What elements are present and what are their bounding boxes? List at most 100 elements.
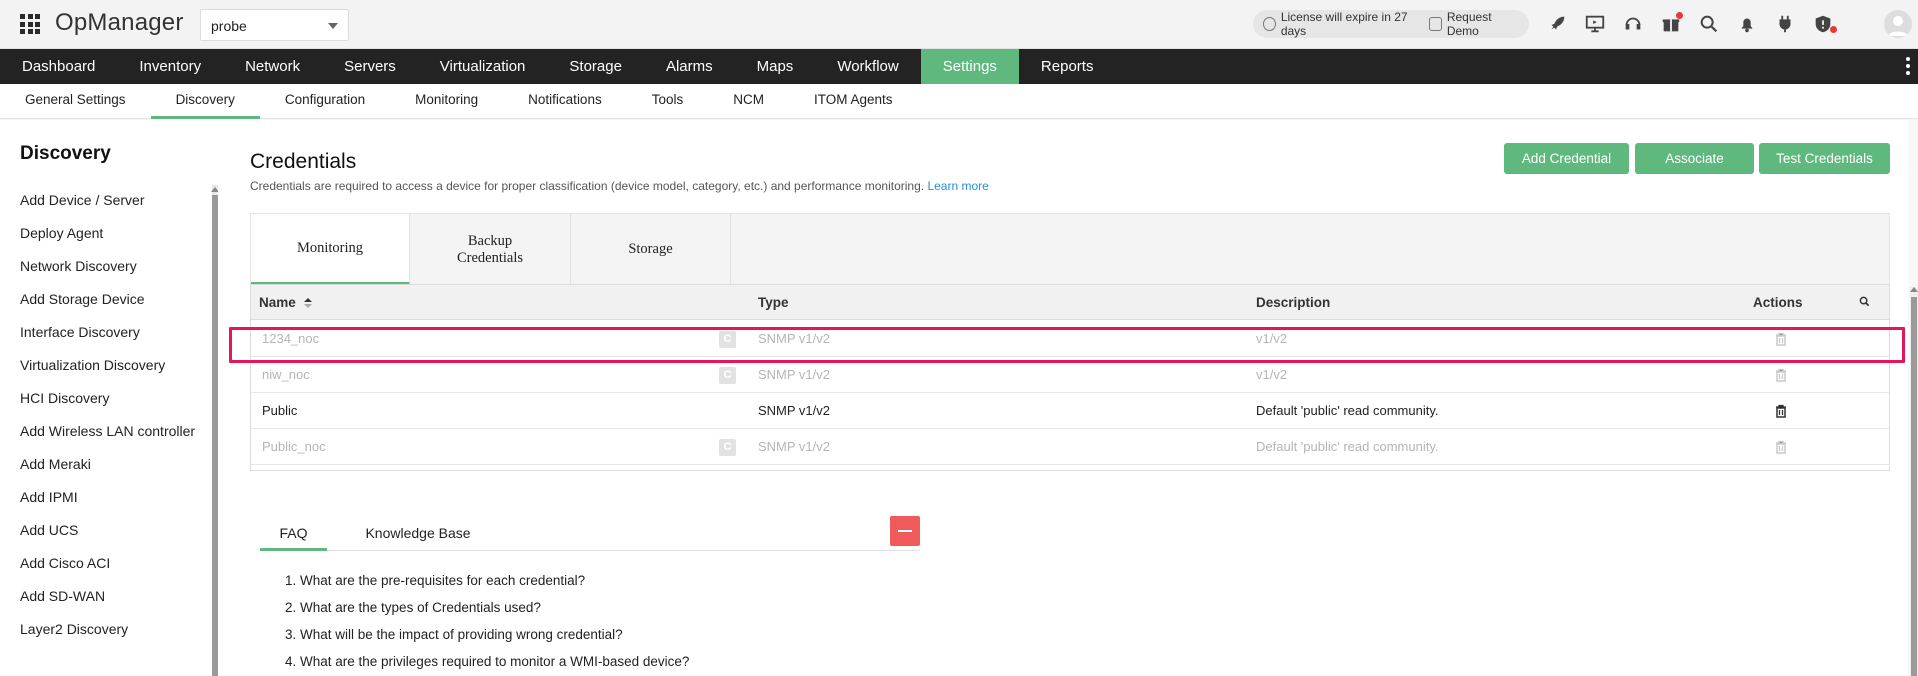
shield-alert-icon[interactable]: [1811, 12, 1837, 36]
subnav-monitoring[interactable]: Monitoring: [390, 84, 503, 119]
trash-icon[interactable]: [1774, 440, 1788, 454]
support-headset-icon[interactable]: [1621, 12, 1645, 36]
sub-nav: General Settings Discovery Configuration Mo…: [0, 84, 1918, 119]
sidebar-item-virtualization-discovery[interactable]: Virtualization Discovery: [20, 357, 200, 374]
table-header: Name Type Description Actions: [251, 285, 1889, 320]
sidebar-item-deploy-agent[interactable]: Deploy Agent: [20, 225, 200, 242]
sidebar-item-add-wireless-lan-controller[interactable]: Add Wireless LAN controller: [20, 423, 200, 440]
nav-virtualization[interactable]: Virtualization: [418, 49, 548, 84]
nav-alarms[interactable]: Alarms: [644, 49, 735, 84]
credential-tabs: Monitoring Backup Credentials Storage: [250, 213, 1890, 285]
test-credentials-button[interactable]: Test Credentials: [1759, 143, 1890, 174]
table-search-icon[interactable]: [1859, 296, 1870, 309]
search-icon[interactable]: [1697, 12, 1721, 36]
page-description: Credentials are required to access a dev…: [250, 179, 989, 193]
sort-icon[interactable]: [303, 298, 312, 308]
faq-question[interactable]: 4. What are the privileges required to m…: [285, 653, 689, 670]
nav-reports[interactable]: Reports: [1019, 49, 1116, 84]
nav-dashboard[interactable]: Dashboard: [0, 49, 117, 84]
sidebar-item-network-discovery[interactable]: Network Discovery: [20, 258, 200, 275]
tab-monitoring[interactable]: Monitoring: [251, 214, 410, 285]
row-type: SNMP v1/v2: [758, 403, 831, 418]
table-row[interactable]: Public_noc C SNMP v1/v2 Default 'public' re…: [251, 429, 1889, 465]
license-text: License will expire in 27 days: [1280, 10, 1408, 38]
sidebar-item-hci-discovery[interactable]: HCI Discovery: [20, 390, 200, 407]
sidebar-item-add-storage-device[interactable]: Add Storage Device: [20, 291, 200, 308]
main-nav: Dashboard Inventory Network Servers Virtuali…: [0, 49, 1918, 84]
more-options-icon[interactable]: [1906, 57, 1910, 75]
probe-select-value: probe: [211, 18, 247, 34]
row-name[interactable]: Public_noc: [262, 429, 326, 465]
tab-knowledge-base[interactable]: Knowledge Base: [363, 515, 473, 551]
table-row[interactable]: Public SNMP v1/v2 Default 'public' read co…: [251, 393, 1889, 429]
trash-icon[interactable]: [1774, 368, 1788, 382]
faq-question[interactable]: 3. What will be the impact of providing …: [285, 626, 689, 643]
faq-tabs: FAQ Knowledge Base: [260, 515, 920, 551]
tab-backup-credentials-label: Backup Credentials: [456, 232, 524, 266]
apps-grid-icon[interactable]: [20, 14, 40, 34]
subnav-tools[interactable]: Tools: [627, 84, 709, 119]
copy-badge-icon[interactable]: C: [719, 367, 736, 384]
content-scrollbar[interactable]: [1910, 287, 1918, 676]
sidebar-item-add-device-server[interactable]: Add Device / Server: [20, 192, 200, 209]
nav-servers[interactable]: Servers: [322, 49, 418, 84]
sidebar-title: Discovery: [20, 143, 111, 164]
plug-icon[interactable]: [1773, 12, 1797, 36]
sidebar-item-interface-discovery[interactable]: Interface Discovery: [20, 324, 200, 341]
faq-question[interactable]: 1. What are the pre-requisites for each …: [285, 572, 689, 589]
page-title: Credentials: [250, 150, 357, 173]
faq-question[interactable]: 2. What are the types of Credentials use…: [285, 599, 689, 616]
faq-list: 1. What are the pre-requisites for each …: [285, 572, 689, 676]
associate-button[interactable]: Associate: [1635, 143, 1754, 174]
header-type[interactable]: Type: [758, 285, 789, 320]
row-highlight-box: [229, 327, 1905, 363]
rocket-icon[interactable]: [1545, 12, 1569, 36]
top-bar: OpManager probe License will expire in 2…: [0, 0, 1918, 49]
brand-logo[interactable]: OpManager: [55, 9, 184, 37]
sidebar-item-add-cisco-aci[interactable]: Add Cisco ACI: [20, 555, 200, 572]
header-description[interactable]: Description: [1256, 285, 1330, 320]
avatar[interactable]: [1884, 10, 1912, 38]
nav-maps[interactable]: Maps: [735, 49, 816, 84]
subnav-discovery[interactable]: Discovery: [150, 84, 260, 119]
credentials-table: Name Type Description Actions 1234_noc C S…: [250, 284, 1890, 471]
sidebar-item-add-meraki[interactable]: Add Meraki: [20, 456, 200, 473]
learn-more-link[interactable]: Learn more: [927, 179, 988, 193]
gift-icon[interactable]: [1659, 12, 1683, 36]
sidebar-items: Add Device / Server Deploy Agent Network D…: [20, 192, 200, 654]
nav-settings[interactable]: Settings: [920, 49, 1019, 84]
collapse-button[interactable]: [890, 516, 920, 546]
nav-workflow[interactable]: Workflow: [815, 49, 920, 84]
presentation-icon[interactable]: [1583, 12, 1607, 36]
tab-storage[interactable]: Storage: [571, 214, 731, 285]
header-name[interactable]: Name: [259, 285, 312, 320]
add-credential-button[interactable]: Add Credential: [1504, 143, 1629, 174]
tab-backup-credentials[interactable]: Backup Credentials: [410, 214, 571, 285]
nav-inventory[interactable]: Inventory: [117, 49, 223, 84]
top-icons: [1545, 10, 1849, 38]
tab-faq[interactable]: FAQ: [260, 515, 327, 551]
demo-icon: [1429, 17, 1442, 31]
subnav-itom-agents[interactable]: ITOM Agents: [789, 84, 918, 119]
bell-icon[interactable]: [1735, 12, 1759, 36]
nav-network[interactable]: Network: [223, 49, 322, 84]
subnav-notifications[interactable]: Notifications: [503, 84, 627, 119]
sidebar-item-add-sd-wan[interactable]: Add SD-WAN: [20, 588, 200, 605]
gift-notification-dot: [1676, 12, 1683, 19]
chevron-down-icon: [328, 23, 338, 29]
probe-select[interactable]: probe: [200, 9, 349, 41]
subnav-configuration[interactable]: Configuration: [260, 84, 390, 119]
row-name[interactable]: Public: [262, 393, 297, 429]
nav-storage[interactable]: Storage: [547, 49, 644, 84]
trash-icon[interactable]: [1774, 404, 1788, 418]
row-type: SNMP v1/v2: [758, 439, 831, 454]
copy-badge-icon[interactable]: C: [719, 439, 736, 456]
request-demo-link[interactable]: Request Demo: [1447, 10, 1519, 38]
sidebar-item-add-ucs[interactable]: Add UCS: [20, 522, 200, 539]
row-description: Default 'public' read community.: [1256, 403, 1439, 418]
subnav-general-settings[interactable]: General Settings: [0, 84, 151, 119]
sidebar-item-layer2-discovery[interactable]: Layer2 Discovery: [20, 621, 200, 638]
subnav-ncm[interactable]: NCM: [708, 84, 789, 119]
license-icon: [1263, 17, 1276, 31]
sidebar-item-add-ipmi[interactable]: Add IPMI: [20, 489, 200, 506]
